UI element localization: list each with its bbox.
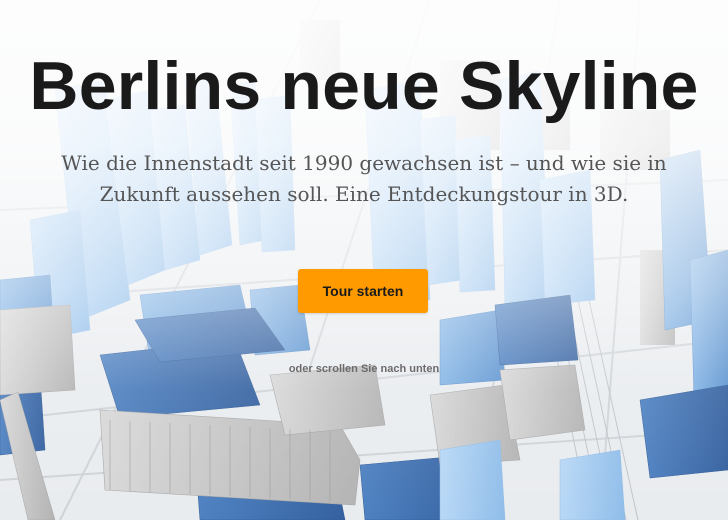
subtitle-line-2: Zukunft aussehen soll. Eine Entdeckungst… xyxy=(99,182,629,206)
page-subtitle: Wie die Innenstadt seit 1990 gewachsen i… xyxy=(30,148,698,210)
scroll-hint: oder scrollen Sie nach unten xyxy=(288,363,440,375)
start-tour-button[interactable]: Tour starten xyxy=(298,269,428,313)
page-title: Berlins neue Skyline xyxy=(29,48,699,124)
subtitle-line-1: Wie die Innenstadt seit 1990 gewachsen i… xyxy=(61,151,667,175)
